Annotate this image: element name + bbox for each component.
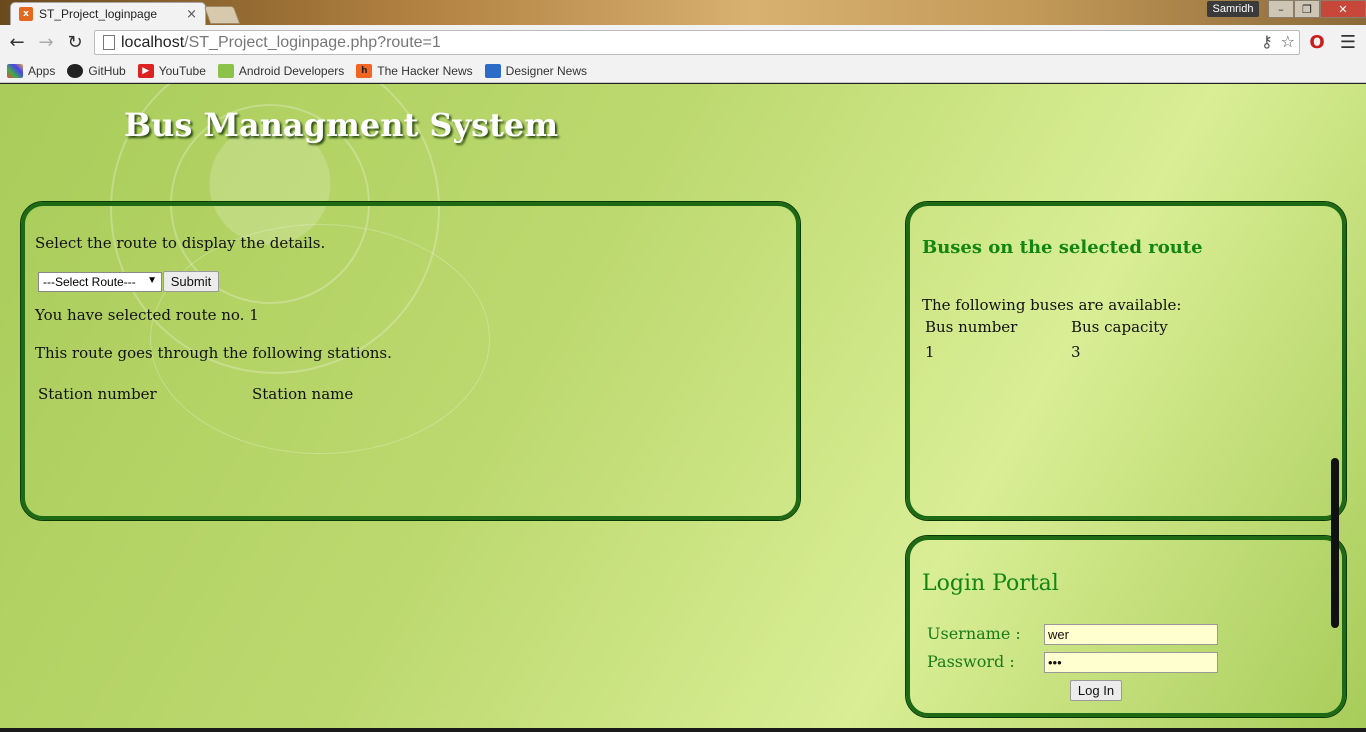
- page-content: Bus Managment System Select the route to…: [0, 84, 1366, 728]
- apps-grid-icon: [7, 63, 23, 78]
- youtube-icon: ▶: [137, 63, 154, 78]
- key-icon[interactable]: ⚷: [1261, 32, 1273, 51]
- omnibox-actions: ⚷ ☆: [1261, 32, 1295, 51]
- login-heading: Login Portal: [922, 571, 1059, 596]
- route-select-value: ---Select Route---: [43, 275, 136, 289]
- profile-name[interactable]: Samridh: [1207, 1, 1259, 17]
- tab-title: ST_Project_loginpage: [39, 7, 158, 21]
- buses-available-text: The following buses are available:: [922, 296, 1182, 314]
- forward-arrow-icon[interactable]: →: [35, 31, 57, 53]
- login-scrollbar[interactable]: [1331, 458, 1339, 628]
- minimize-icon[interactable]: –: [1268, 0, 1294, 18]
- username-label: Username :: [927, 624, 1021, 643]
- bookmark-apps[interactable]: Apps: [7, 63, 56, 78]
- reload-icon[interactable]: ↻: [64, 31, 86, 53]
- restore-icon[interactable]: ❐: [1294, 0, 1320, 18]
- opera-icon[interactable]: O: [1306, 31, 1328, 53]
- bus-number-cell: 1: [925, 343, 935, 361]
- site-title: Bus Managment System: [124, 106, 559, 144]
- selected-route-text: You have selected route no. 1: [35, 306, 259, 324]
- menu-icon[interactable]: ☰: [1337, 31, 1359, 53]
- stations-intro-text: This route goes through the following st…: [35, 344, 392, 362]
- github-icon: [67, 63, 84, 78]
- login-button[interactable]: Log In: [1070, 680, 1122, 701]
- bookmark-label: The Hacker News: [377, 63, 473, 78]
- hacker-news-icon: h: [356, 63, 373, 78]
- bookmark-label: GitHub: [88, 63, 126, 78]
- xampp-favicon-icon: x: [19, 7, 33, 21]
- url-path: /ST_Project_loginpage.php?route=1: [184, 33, 441, 51]
- bookmark-label: Designer News: [505, 63, 588, 78]
- designer-news-icon: [484, 63, 501, 78]
- bookmark-label: Apps: [28, 63, 56, 78]
- bookmark-youtube[interactable]: ▶ YouTube: [137, 63, 206, 78]
- buses-heading: Buses on the selected route: [922, 237, 1203, 258]
- bus-capacity-cell: 3: [1071, 343, 1081, 361]
- bookmark-hacker-news[interactable]: h The Hacker News: [356, 63, 473, 78]
- page-icon: [103, 35, 115, 50]
- new-tab-button[interactable]: [203, 6, 241, 24]
- route-panel: Select the route to display the details.…: [20, 201, 801, 521]
- station-name-header: Station name: [252, 385, 354, 403]
- submit-button[interactable]: Submit: [163, 271, 219, 292]
- close-window-icon[interactable]: ✕: [1320, 0, 1366, 18]
- url-host: localhost: [121, 33, 185, 51]
- buses-panel: Buses on the selected route The followin…: [905, 201, 1347, 521]
- login-panel: Login Portal Username : Password : wer •…: [905, 535, 1347, 718]
- address-bar[interactable]: localhost /ST_Project_loginpage.php?rout…: [94, 30, 1300, 55]
- back-arrow-icon[interactable]: ←: [6, 31, 28, 53]
- password-label: Password :: [927, 652, 1015, 671]
- tab-close-icon[interactable]: ×: [186, 7, 197, 22]
- bus-number-header: Bus number: [925, 318, 1018, 336]
- bookmark-android[interactable]: Android Developers: [217, 63, 345, 78]
- android-icon: [217, 63, 234, 78]
- station-number-header: Station number: [38, 385, 157, 403]
- bookmark-label: Android Developers: [238, 63, 345, 78]
- route-select[interactable]: ---Select Route--- ▼: [38, 272, 162, 292]
- bookmarks-bar: Apps GitHub ▶ YouTube Android Developers…: [0, 59, 1366, 83]
- window-controls: – ❐ ✕: [1268, 0, 1366, 18]
- browser-toolbar: ← → ↻ localhost /ST_Project_loginpage.ph…: [0, 25, 1366, 59]
- username-input[interactable]: wer: [1044, 624, 1218, 645]
- bookmark-designer-news[interactable]: Designer News: [484, 63, 588, 78]
- bookmark-github[interactable]: GitHub: [67, 63, 126, 78]
- taskbar-edge: [0, 728, 1366, 732]
- password-input[interactable]: •••: [1044, 652, 1218, 673]
- window-titlebar: x ST_Project_loginpage × Samridh – ❐ ✕: [0, 0, 1366, 25]
- browser-tab[interactable]: x ST_Project_loginpage ×: [10, 2, 206, 25]
- route-instruction: Select the route to display the details.: [35, 234, 326, 252]
- bus-capacity-header: Bus capacity: [1071, 318, 1168, 336]
- dropdown-arrow-icon: ▼: [147, 275, 157, 286]
- bookmark-label: YouTube: [158, 63, 206, 78]
- bookmark-star-icon[interactable]: ☆: [1281, 32, 1295, 51]
